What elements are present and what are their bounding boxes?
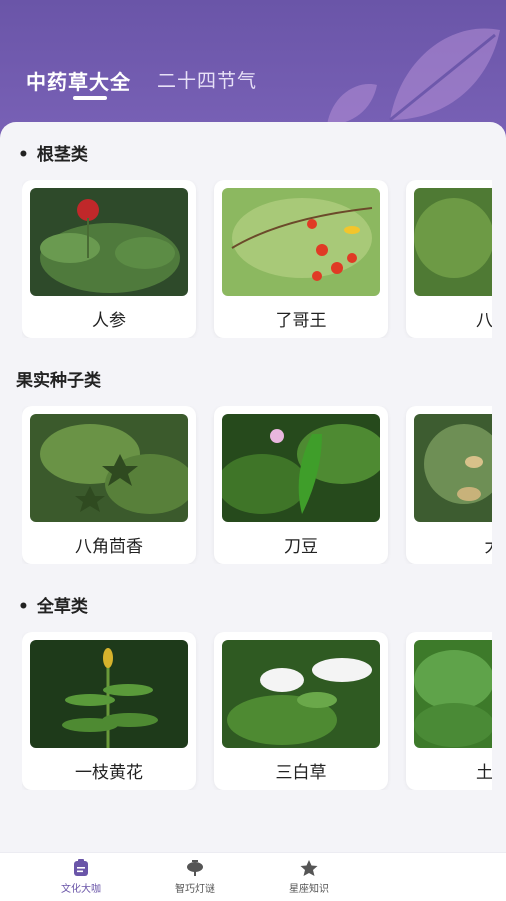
nav-label: 星座知识 bbox=[289, 884, 329, 895]
herb-name: 刀豆 bbox=[284, 537, 318, 557]
herb-card[interactable]: 土邦 bbox=[406, 632, 492, 790]
nav-item-culture[interactable]: 文化大咖 bbox=[24, 853, 138, 901]
card-row: 人参 了哥王 八 bbox=[22, 180, 492, 338]
nav-label: 智巧灯谜 bbox=[175, 884, 215, 895]
herb-card[interactable]: 三白草 bbox=[214, 632, 388, 790]
leaf-decoration-icon bbox=[389, 28, 500, 122]
herb-image bbox=[414, 414, 492, 522]
herb-image bbox=[222, 414, 380, 522]
section-whole-herbs: • 全草类 一枝黄花 三白草 土 bbox=[0, 592, 506, 802]
nav-item-riddles[interactable]: 智巧灯谜 bbox=[138, 853, 252, 901]
herb-name: 大 bbox=[406, 532, 493, 557]
section-fruits-seeds: 果实种子类 八角茴香 刀豆 bbox=[0, 366, 506, 576]
herb-card[interactable]: 八角茴香 bbox=[22, 406, 196, 564]
lantern-icon bbox=[187, 860, 203, 876]
herb-image bbox=[30, 414, 188, 522]
section-title: • 根茎类 bbox=[18, 140, 88, 165]
card-row: 一枝黄花 三白草 土 bbox=[22, 632, 492, 790]
section-title-text: 全草类 bbox=[36, 597, 88, 617]
herb-image bbox=[222, 188, 380, 296]
herb-card[interactable]: 刀豆 bbox=[214, 406, 388, 564]
bullet: • bbox=[18, 145, 29, 165]
bullet: • bbox=[18, 597, 29, 617]
section-title: • 全草类 bbox=[18, 592, 88, 617]
herb-card[interactable]: 人参 bbox=[22, 180, 196, 338]
herb-name: 一枝黄花 bbox=[75, 763, 143, 783]
herb-name: 土邦 bbox=[476, 763, 492, 783]
clipboard-icon bbox=[74, 859, 88, 876]
nav-item-zodiac[interactable]: 星座知识 bbox=[252, 853, 366, 901]
active-tab-indicator bbox=[73, 96, 107, 100]
herb-image bbox=[414, 640, 492, 748]
herb-name: 八角 bbox=[476, 311, 492, 331]
herb-name: 了哥王 bbox=[275, 311, 327, 331]
herb-name: 八角茴香 bbox=[75, 537, 143, 557]
herb-name: 三白草 bbox=[275, 763, 327, 783]
star-icon bbox=[300, 860, 318, 876]
section-title: 果实种子类 bbox=[16, 366, 101, 391]
tab-solar-terms[interactable]: 二十四节气 bbox=[157, 66, 257, 95]
herb-card[interactable]: 一枝黄花 bbox=[22, 632, 196, 790]
card-row: 八角茴香 刀豆 bbox=[22, 406, 492, 564]
herb-name: 人参 bbox=[92, 311, 126, 331]
section-title-text: 根茎类 bbox=[36, 145, 88, 165]
top-tabs: 中药草大全 二十四节气 bbox=[26, 66, 257, 95]
section-title-text: 果实种子类 bbox=[16, 371, 101, 391]
herb-image bbox=[414, 188, 492, 296]
bottom-nav: 文化大咖 智巧灯谜 星座知识 bbox=[0, 852, 506, 901]
section-roots: • 根茎类 人参 了哥王 八 bbox=[0, 140, 506, 350]
herb-card[interactable]: 八角 bbox=[406, 180, 492, 338]
herb-image bbox=[222, 640, 380, 748]
herb-card[interactable]: 了哥王 bbox=[214, 180, 388, 338]
nav-label: 文化大咖 bbox=[61, 884, 101, 895]
herb-card[interactable]: 大 bbox=[406, 406, 492, 564]
herb-image bbox=[30, 640, 188, 748]
main-content: • 根茎类 人参 了哥王 八 果实种子类 八角茴香 刀豆 • 全草类 一枝黄花 … bbox=[0, 122, 506, 852]
tab-herbs[interactable]: 中药草大全 bbox=[26, 66, 131, 95]
herb-image bbox=[30, 188, 188, 296]
